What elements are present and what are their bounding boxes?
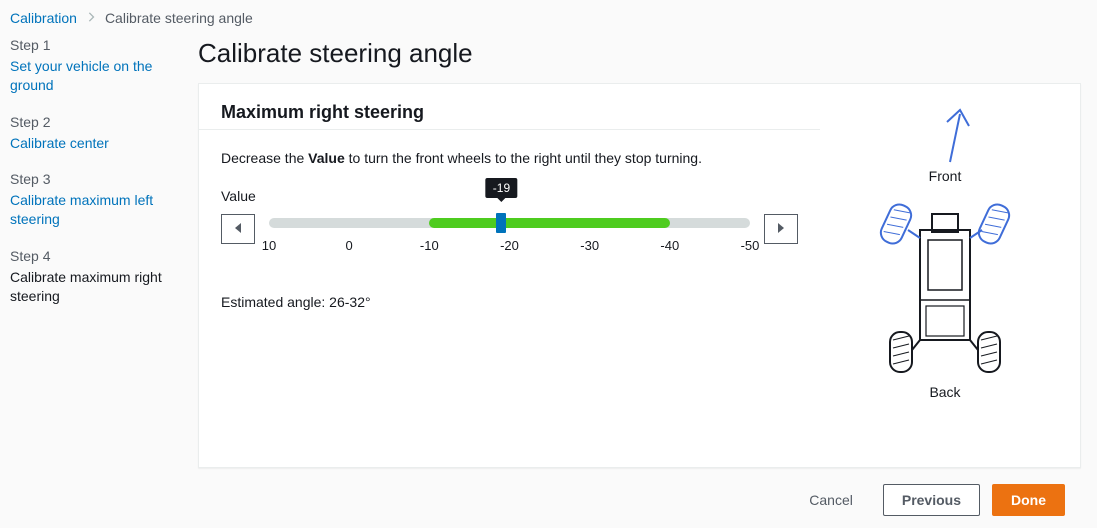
wizard-footer: Cancel Previous Done (198, 468, 1081, 528)
slider-tick: 0 (346, 238, 353, 253)
triangle-left-icon (233, 222, 243, 237)
front-label: Front (929, 168, 962, 184)
decrement-button[interactable] (221, 214, 255, 244)
slider-tick: -30 (580, 238, 599, 253)
slider-tick: 10 (262, 238, 276, 253)
done-button[interactable]: Done (992, 484, 1065, 516)
step-3[interactable]: Step 3 Calibrate maximum left steering (10, 170, 168, 229)
slider-tick: -10 (420, 238, 439, 253)
slider-tick: -20 (500, 238, 519, 253)
instruction-text: Decrease the Value to turn the front whe… (221, 150, 798, 166)
step-number: Step 3 (10, 170, 168, 189)
step-number: Step 1 (10, 36, 168, 55)
slider-fill (429, 218, 670, 228)
slider-tooltip: -19 (486, 178, 517, 198)
triangle-right-icon (776, 222, 786, 237)
slider-thumb[interactable] (496, 213, 506, 233)
vehicle-diagram (860, 190, 1030, 380)
direction-arrow-icon (915, 102, 975, 168)
breadcrumb: Calibration Calibrate steering angle (0, 0, 1097, 32)
step-title: Calibrate maximum left steering (10, 191, 168, 229)
breadcrumb-current: Calibrate steering angle (105, 10, 253, 26)
slider-tick: -50 (741, 238, 760, 253)
value-slider[interactable]: -19 100-10-20-30-40-50 (269, 208, 750, 256)
chevron-right-icon (87, 11, 95, 25)
step-2[interactable]: Step 2 Calibrate center (10, 113, 168, 153)
slider-tick: -40 (660, 238, 679, 253)
step-1[interactable]: Step 1 Set your vehicle on the ground (10, 36, 168, 95)
increment-button[interactable] (764, 214, 798, 244)
slider-track[interactable] (269, 218, 750, 228)
back-label: Back (929, 384, 960, 400)
cancel-button[interactable]: Cancel (791, 484, 871, 516)
slider-ticks: 100-10-20-30-40-50 (269, 238, 750, 256)
divider (199, 129, 820, 130)
step-title: Calibrate center (10, 134, 168, 153)
wizard-steps-nav: Step 1 Set your vehicle on the ground St… (0, 32, 178, 528)
step-4: Step 4 Calibrate maximum right steering (10, 247, 168, 306)
breadcrumb-root[interactable]: Calibration (10, 10, 77, 26)
calibration-panel: Maximum right steering Decrease the Valu… (198, 83, 1081, 468)
step-title: Calibrate maximum right steering (10, 268, 168, 306)
panel-title: Maximum right steering (221, 102, 798, 123)
step-number: Step 4 (10, 247, 168, 266)
previous-button[interactable]: Previous (883, 484, 980, 516)
step-number: Step 2 (10, 113, 168, 132)
page-title: Calibrate steering angle (198, 38, 1081, 69)
step-title: Set your vehicle on the ground (10, 57, 168, 95)
estimated-angle: Estimated angle: 26-32° (221, 294, 798, 310)
